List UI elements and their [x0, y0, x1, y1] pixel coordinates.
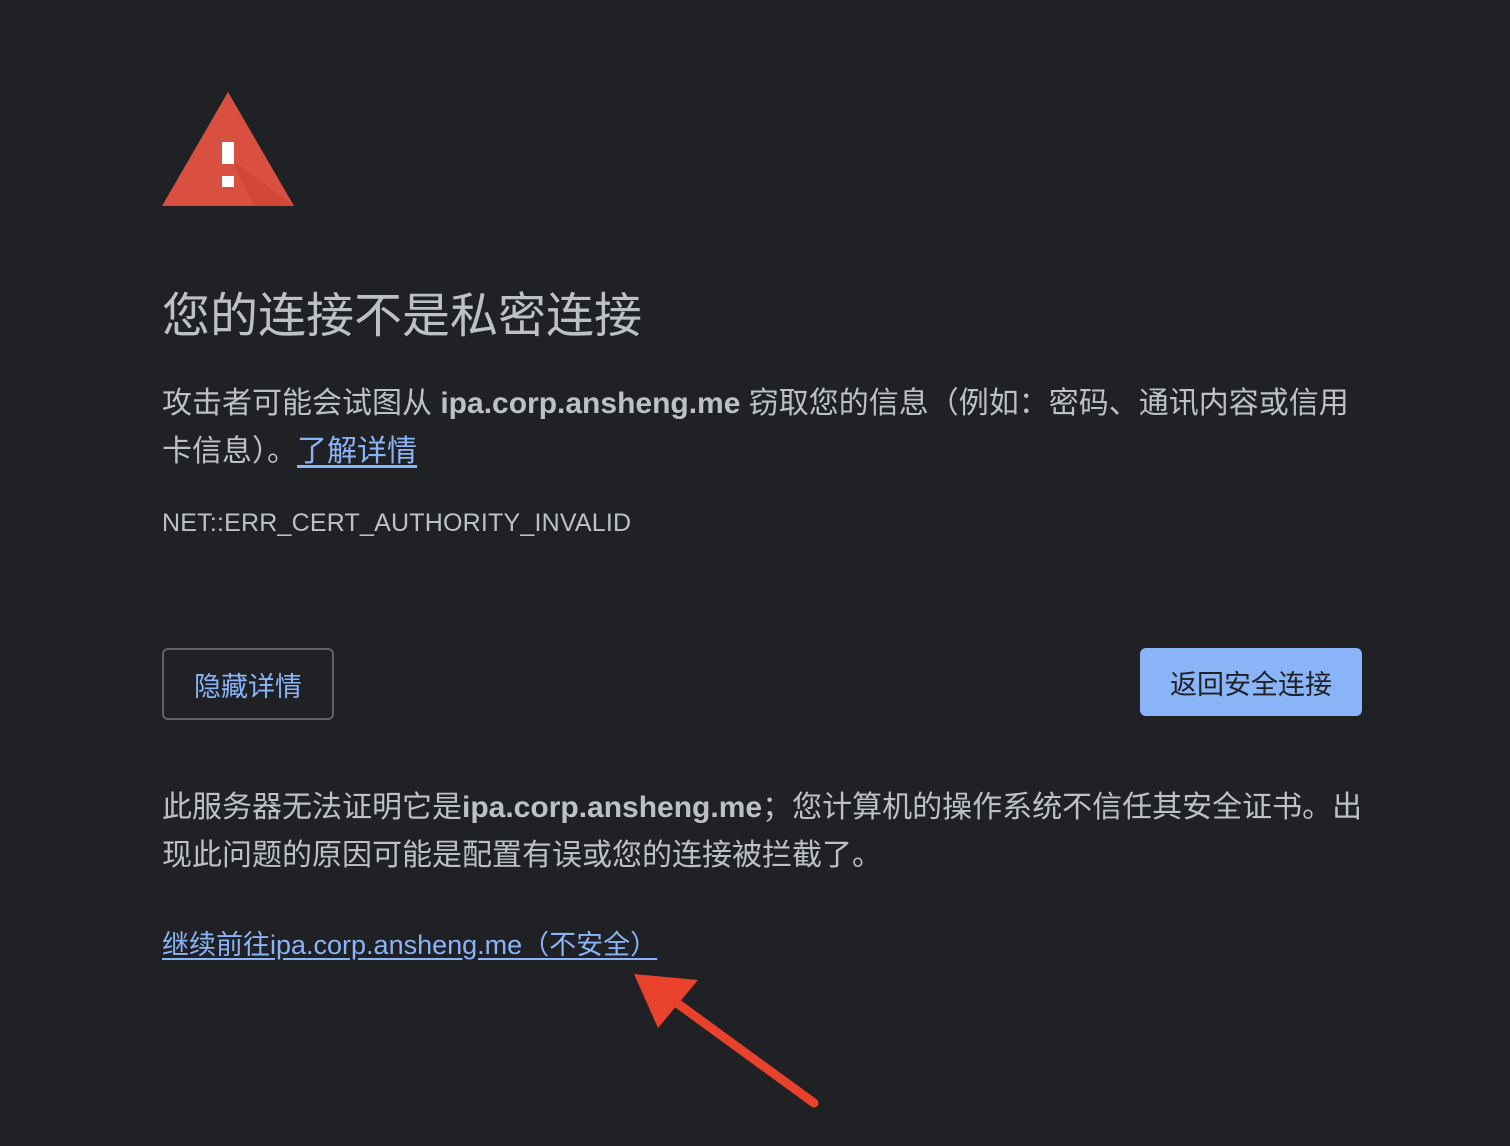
details-text: 此服务器无法证明它是ipa.corp.ansheng.me；您计算机的操作系统不…	[162, 784, 1372, 880]
hide-details-button[interactable]: 隐藏详情	[162, 648, 334, 720]
error-code: NET::ERR_CERT_AUTHORITY_INVALID	[162, 509, 632, 537]
explanation-prefix: 攻击者可能会试图从	[162, 387, 441, 420]
learn-more-link[interactable]: 了解详情	[297, 435, 417, 468]
warning-triangle-icon	[162, 92, 294, 206]
explanation-host: ipa.corp.ansheng.me	[440, 387, 741, 420]
red-arrow-icon	[634, 974, 819, 1108]
page-title: 您的连接不是私密连接	[162, 290, 643, 343]
proceed-unsafe-link[interactable]: 继续前往ipa.corp.ansheng.me（不安全）	[162, 926, 657, 964]
back-to-safety-button[interactable]: 返回安全连接	[1140, 648, 1362, 716]
explanation-text: 攻击者可能会试图从 ipa.corp.ansheng.me 窃取您的信息（例如：…	[162, 380, 1372, 476]
details-prefix: 此服务器无法证明它是	[162, 791, 462, 824]
details-host: ipa.corp.ansheng.me	[462, 791, 763, 824]
